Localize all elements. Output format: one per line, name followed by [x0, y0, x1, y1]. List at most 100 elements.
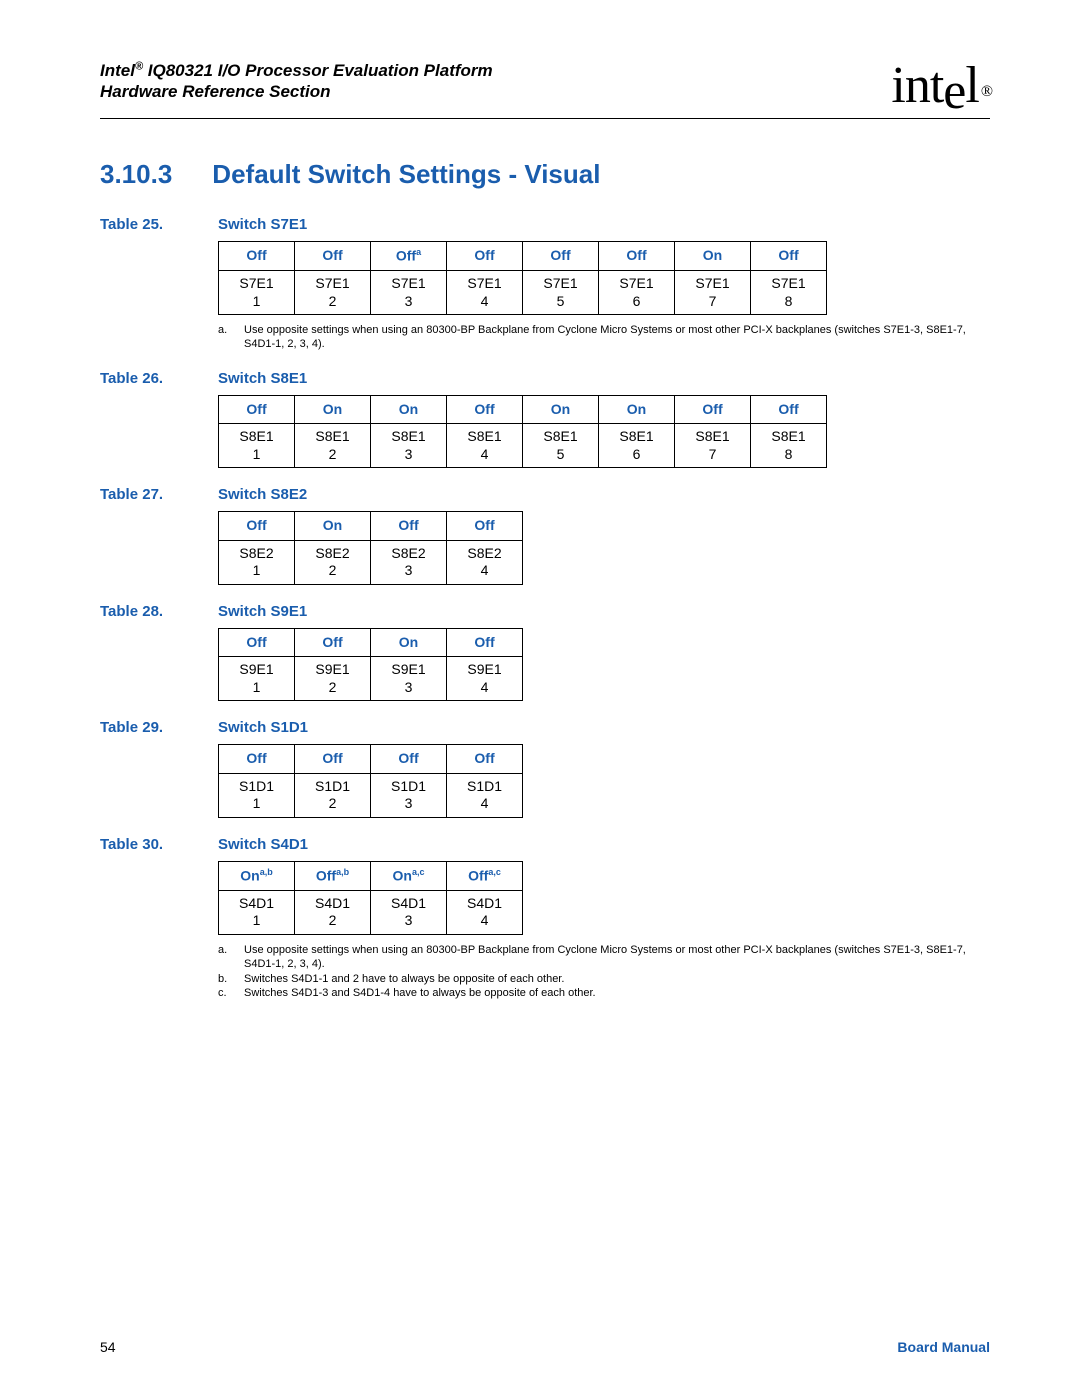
note-label: c. — [218, 986, 232, 1000]
switch-label: S7E12 — [295, 271, 371, 315]
caption-number: Table 30. — [100, 836, 190, 853]
switch-table-s1d1: Off Off Off Off S1D11 S1D12 S1D13 S1D14 — [218, 744, 523, 818]
switch-state: Offa — [371, 242, 447, 271]
note-label: b. — [218, 972, 232, 986]
switch-state: On — [371, 628, 447, 657]
switch-state: Off — [219, 628, 295, 657]
switch-label: S9E14 — [447, 657, 523, 701]
note-row: a. Use opposite settings when using an 8… — [218, 323, 990, 352]
switch-state: Off — [751, 242, 827, 271]
table-row: Off Off Off Off — [219, 745, 523, 774]
switch-label: S7E11 — [219, 271, 295, 315]
caption-number: Table 26. — [100, 370, 190, 387]
table-row: Off Off On Off — [219, 628, 523, 657]
note-row: b. Switches S4D1-1 and 2 have to always … — [218, 972, 990, 986]
switch-state: Off — [219, 745, 295, 774]
switch-state: On — [675, 242, 751, 271]
switch-label: S8E24 — [447, 540, 523, 584]
table-26-block: Table 26. Switch S8E1 Off On On Off On O… — [100, 370, 990, 469]
caption-title: Switch S8E2 — [218, 486, 307, 503]
doc-label: Board Manual — [897, 1339, 990, 1355]
table-row: Off Off Offa Off Off Off On Off — [219, 242, 827, 271]
table-caption: Table 30. Switch S4D1 — [100, 836, 990, 853]
table-27-block: Table 27. Switch S8E2 Off On Off Off S8E… — [100, 486, 990, 585]
switch-label: S4D14 — [447, 890, 523, 934]
note-label: a. — [218, 943, 232, 972]
table-caption: Table 28. Switch S9E1 — [100, 603, 990, 620]
switch-state: Off — [295, 745, 371, 774]
header-line1-prefix: Intel — [100, 61, 135, 80]
switch-state: Off — [219, 395, 295, 424]
switch-label: S8E16 — [599, 424, 675, 468]
table-row: S9E11 S9E12 S9E13 S9E14 — [219, 657, 523, 701]
page-header: Intel ® IQ80321 I/O Processor Evaluation … — [100, 60, 990, 119]
switch-label: S8E14 — [447, 424, 523, 468]
table-caption: Table 26. Switch S8E1 — [100, 370, 990, 387]
caption-title: Switch S9E1 — [218, 603, 307, 620]
table-29-block: Table 29. Switch S1D1 Off Off Off Off S1… — [100, 719, 990, 818]
switch-label: S9E13 — [371, 657, 447, 701]
switch-table-s8e1: Off On On Off On On Off Off S8E11 S8E12 … — [218, 395, 827, 469]
page-number: 54 — [100, 1339, 116, 1355]
note-text: Use opposite settings when using an 8030… — [244, 943, 990, 972]
switch-label: S8E12 — [295, 424, 371, 468]
switch-label: S1D12 — [295, 773, 371, 817]
switch-label: S7E17 — [675, 271, 751, 315]
switch-state: Offa,b — [295, 861, 371, 890]
switch-label: S1D14 — [447, 773, 523, 817]
note-text: Use opposite settings when using an 8030… — [244, 323, 990, 352]
switch-label: S1D13 — [371, 773, 447, 817]
table-caption: Table 27. Switch S8E2 — [100, 486, 990, 503]
caption-title: Switch S7E1 — [218, 216, 307, 233]
section-title: Default Switch Settings - Visual — [212, 159, 600, 190]
switch-state: On — [295, 395, 371, 424]
table-30-block: Table 30. Switch S4D1 Ona,b Offa,b Ona,c… — [100, 836, 990, 1000]
caption-number: Table 29. — [100, 719, 190, 736]
switch-label: S8E15 — [523, 424, 599, 468]
note-row: c. Switches S4D1-3 and S4D1-4 have to al… — [218, 986, 990, 1000]
header-line2: Hardware Reference Section — [100, 82, 331, 101]
switch-state: Off — [295, 242, 371, 271]
switch-label: S4D13 — [371, 890, 447, 934]
note-row: a. Use opposite settings when using an 8… — [218, 943, 990, 972]
switch-state: Off — [371, 512, 447, 541]
table-notes: a. Use opposite settings when using an 8… — [218, 323, 990, 352]
caption-title: Switch S4D1 — [218, 836, 308, 853]
section-heading: 3.10.3 Default Switch Settings - Visual — [100, 159, 990, 190]
switch-table-s4d1: Ona,b Offa,b Ona,c Offa,c S4D11 S4D12 S4… — [218, 861, 523, 935]
switch-state: On — [295, 512, 371, 541]
switch-label: S7E14 — [447, 271, 523, 315]
registered-mark: ® — [981, 83, 992, 100]
table-row: Ona,b Offa,b Ona,c Offa,c — [219, 861, 523, 890]
switch-table-s7e1: Off Off Offa Off Off Off On Off S7E11 S7… — [218, 241, 827, 315]
switch-label: S4D11 — [219, 890, 295, 934]
table-caption: Table 29. Switch S1D1 — [100, 719, 990, 736]
table-row: Off On On Off On On Off Off — [219, 395, 827, 424]
page-footer: 54 Board Manual — [100, 1339, 990, 1355]
table-row: S1D11 S1D12 S1D13 S1D14 — [219, 773, 523, 817]
switch-state: Off — [447, 242, 523, 271]
switch-label: S7E15 — [523, 271, 599, 315]
switch-label: S9E11 — [219, 657, 295, 701]
switch-state: Off — [219, 512, 295, 541]
switch-state: Ona,c — [371, 861, 447, 890]
switch-label: S8E18 — [751, 424, 827, 468]
table-row: S7E11 S7E12 S7E13 S7E14 S7E15 S7E16 S7E1… — [219, 271, 827, 315]
switch-state: On — [523, 395, 599, 424]
note-text: Switches S4D1-3 and S4D1-4 have to alway… — [244, 986, 596, 1000]
caption-number: Table 28. — [100, 603, 190, 620]
header-line1-suffix: IQ80321 I/O Processor Evaluation Platfor… — [143, 61, 493, 80]
switch-state: Off — [523, 242, 599, 271]
switch-state: On — [371, 395, 447, 424]
switch-label: S7E18 — [751, 271, 827, 315]
table-row: Off On Off Off — [219, 512, 523, 541]
caption-title: Switch S1D1 — [218, 719, 308, 736]
switch-state: Off — [219, 242, 295, 271]
table-row: S8E11 S8E12 S8E13 S8E14 S8E15 S8E16 S8E1… — [219, 424, 827, 468]
switch-state: Off — [447, 628, 523, 657]
switch-label: S8E21 — [219, 540, 295, 584]
switch-label: S9E12 — [295, 657, 371, 701]
switch-state: Off — [447, 395, 523, 424]
switch-table-s8e2: Off On Off Off S8E21 S8E22 S8E23 S8E24 — [218, 511, 523, 585]
switch-state: Off — [447, 512, 523, 541]
